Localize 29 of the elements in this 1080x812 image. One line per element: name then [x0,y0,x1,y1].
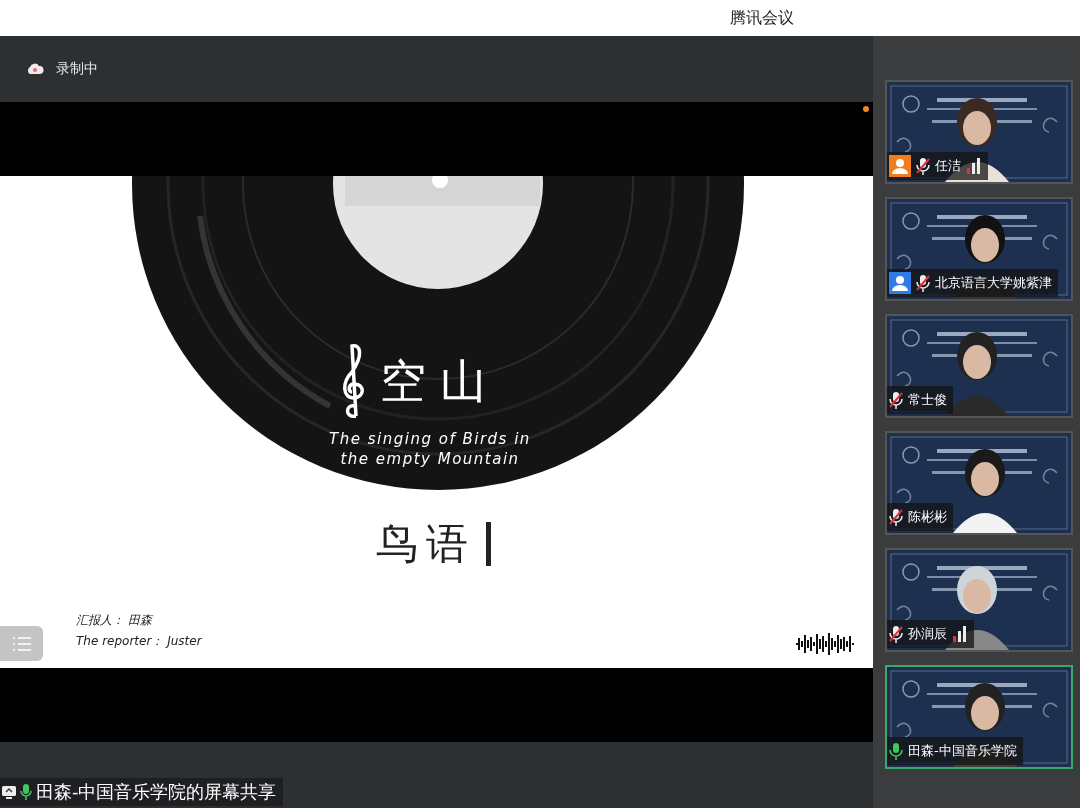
participant-tile[interactable]: 任洁 [885,80,1073,184]
participant-tile[interactable]: 常士俊 [885,314,1073,418]
menu-icon [11,635,32,652]
participant-tile[interactable]: 田森-中国音乐学院 [885,665,1073,769]
participant-tile[interactable]: 陈彬彬 [885,431,1073,535]
slide-heading: 鸟语 [376,518,476,570]
reporter-text: 汇报人： 田森 [76,612,154,629]
participant-name: 田森-中国音乐学院 [908,742,1017,760]
status-dot-icon [863,106,869,112]
participant-name: 常士俊 [908,391,947,409]
recording-label: 录制中 [56,60,98,78]
reporter-text: The reporter： Juster [76,633,202,650]
participant-name: 任洁 [935,157,961,175]
menu-button[interactable] [0,626,43,661]
participant-name: 孙润辰 [908,625,947,643]
slide-subtitle: The singing of Birds in [329,430,531,448]
share-label-text: 田森-中国音乐学院的屏幕共享 [36,780,277,804]
mic-icon [20,784,32,800]
text-cursor-icon [486,522,491,566]
participant-tile[interactable]: 北京语言大学姚紫津 [885,197,1073,301]
cloud-icon [26,63,44,75]
participant-name: 北京语言大学姚紫津 [935,274,1052,292]
slide-title: 空山 [380,353,500,410]
slide-subtitle: the empty Mountain [340,450,520,468]
window-title: 腾讯会议 [730,7,794,29]
screen-share-icon [2,785,16,799]
waveform-icon [795,632,855,656]
participant-tile[interactable]: 孙润辰 [885,548,1073,652]
participant-name: 陈彬彬 [908,508,947,526]
